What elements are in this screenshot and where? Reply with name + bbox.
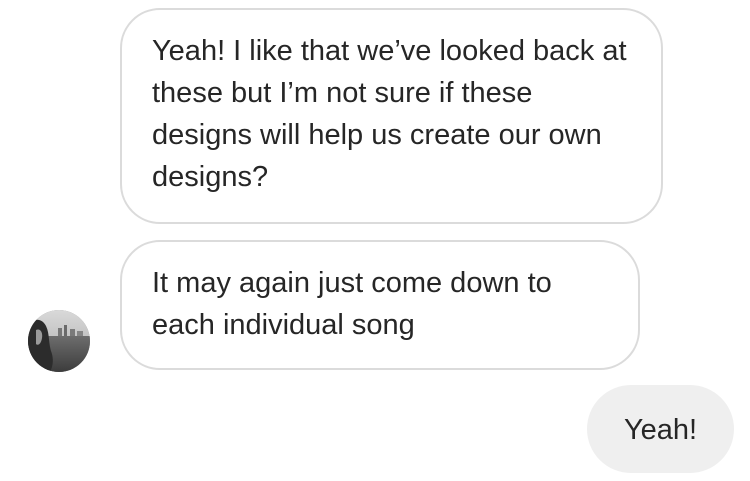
message-bubble-outgoing[interactable]: Yeah! xyxy=(587,385,734,473)
avatar-photo-icon xyxy=(28,310,90,372)
message-bubble-incoming[interactable]: It may again just come down to each indi… xyxy=(120,240,640,370)
message-text: Yeah! xyxy=(623,414,698,446)
message-text: Yeah! I like that we’ve looked back at t… xyxy=(152,35,627,193)
message-bubble-incoming[interactable]: Yeah! I like that we’ve looked back at t… xyxy=(120,8,663,224)
message-text: It may again just come down to each indi… xyxy=(152,267,552,341)
sender-avatar-icon[interactable] xyxy=(28,310,90,372)
